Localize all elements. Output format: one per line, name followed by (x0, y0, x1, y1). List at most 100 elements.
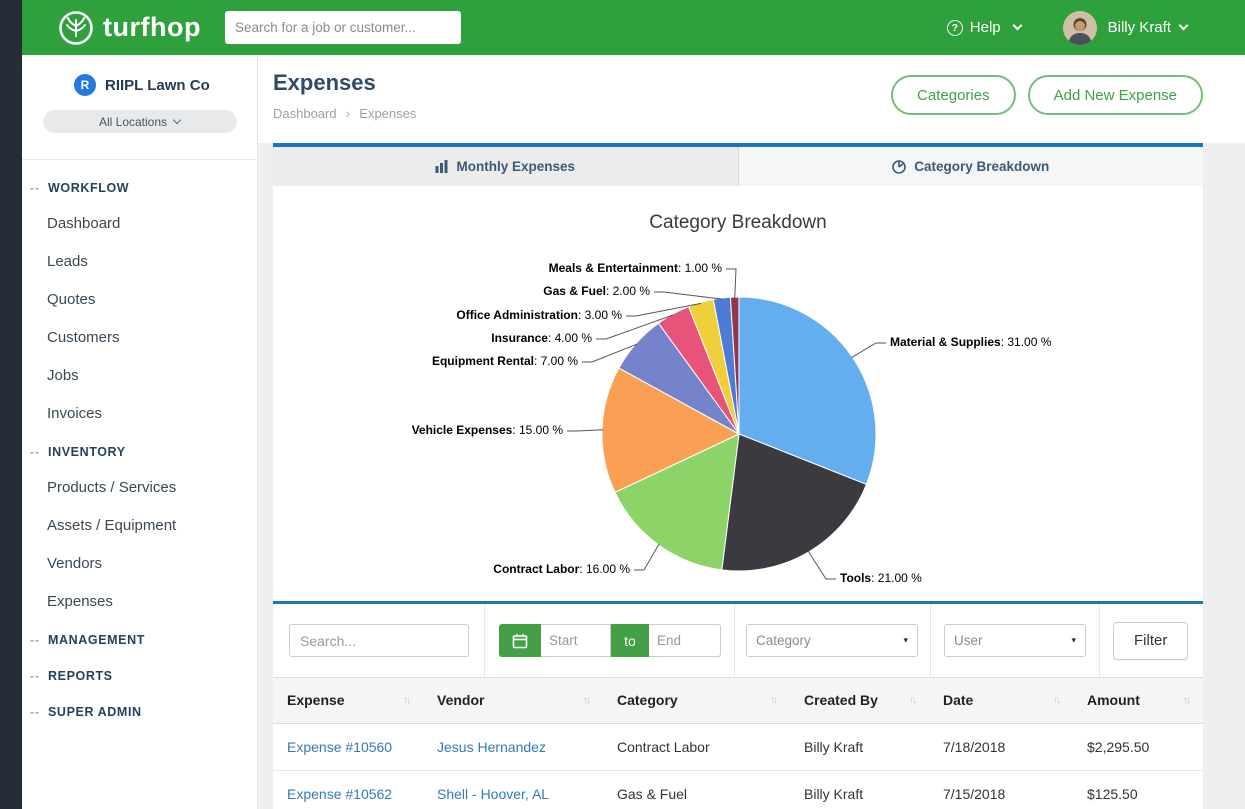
topbar-right: ? Help Billy Kraft (947, 11, 1187, 45)
help-menu[interactable]: ? Help (947, 19, 1021, 36)
sidebar-item-vendors[interactable]: Vendors (22, 544, 257, 582)
topbar: turfhop ? Help Billy Kraft (22, 0, 1245, 55)
filter-user-cell: User ▾ (931, 604, 1100, 677)
user-select[interactable]: User ▾ (944, 624, 1086, 657)
chevron-down-icon (1012, 21, 1022, 31)
column-header-date[interactable]: Date↑↓ (929, 678, 1073, 723)
page-header: Expenses Dashboard › Expenses Categories… (258, 55, 1245, 143)
column-label: Amount (1087, 692, 1140, 708)
calendar-button[interactable] (499, 624, 541, 657)
section-label: MANAGEMENT (48, 633, 145, 647)
date-to-label: to (611, 624, 649, 657)
sidebar-item-quotes[interactable]: Quotes (22, 280, 257, 318)
location-selector[interactable]: All Locations (43, 110, 237, 133)
pie-label-office-administration: Office Administration: 3.00 % (456, 308, 622, 322)
section-dashes-icon: -- (30, 633, 48, 647)
brand-name: turfhop (103, 12, 201, 43)
sidebar-item-invoices[interactable]: Invoices (22, 394, 257, 432)
pie-leader-line (726, 269, 736, 298)
pie-label-insurance: Insurance: 4.00 % (491, 331, 592, 345)
cell-expense: Expense #10560 (273, 723, 423, 770)
user-avatar[interactable] (1063, 11, 1097, 45)
sort-icon: ↑↓ (770, 695, 776, 706)
cell-vendor: Shell - Hoover, AL (423, 770, 603, 809)
turfhop-logo-icon (58, 10, 94, 46)
tab-bar: Monthly Expenses Category Breakdown (273, 143, 1203, 186)
sidebar-item-customers[interactable]: Customers (22, 318, 257, 356)
sort-icon: ↑↓ (1053, 695, 1059, 706)
section-label: WORKFLOW (48, 181, 129, 195)
cell-date: 7/18/2018 (929, 723, 1073, 770)
expense-link[interactable]: Expense #10560 (287, 739, 392, 755)
sidebar: R RIIPL Lawn Co All Locations --WORKFLOW… (22, 55, 258, 809)
sidebar-item-products-services[interactable]: Products / Services (22, 468, 257, 506)
column-label: Created By (804, 692, 878, 708)
category-select-value: Category (756, 633, 811, 648)
pie-leader-line (852, 343, 887, 358)
table-header-row: Expense↑↓Vendor↑↓Category↑↓Created By↑↓D… (273, 678, 1203, 723)
sidebar-item-assets-equipment[interactable]: Assets / Equipment (22, 506, 257, 544)
help-icon: ? (947, 20, 963, 36)
cell-amount: $125.50 (1073, 770, 1203, 809)
header-actions: Categories Add New Expense (891, 75, 1203, 115)
date-end-input[interactable] (649, 624, 721, 657)
sidebar-section-workflow[interactable]: --WORKFLOW (22, 168, 257, 204)
cell-created_by: Billy Kraft (790, 770, 929, 809)
table-search-input[interactable] (289, 624, 469, 657)
turfhop-logo[interactable]: turfhop (58, 10, 201, 46)
pie-leader-line (808, 551, 836, 579)
sort-icon: ↑↓ (583, 695, 589, 706)
expense-link[interactable]: Expense #10562 (287, 786, 392, 802)
section-dashes-icon: -- (30, 705, 48, 719)
column-header-expense[interactable]: Expense ↑↓ (273, 678, 423, 723)
breadcrumb-dashboard[interactable]: Dashboard (273, 106, 337, 121)
add-new-expense-button[interactable]: Add New Expense (1028, 75, 1203, 115)
column-header-amount[interactable]: Amount↑↓ (1073, 678, 1203, 723)
cell-date: 7/15/2018 (929, 770, 1073, 809)
pie-label-gas-fuel: Gas & Fuel: 2.00 % (543, 284, 650, 298)
cell-amount: $2,295.50 (1073, 723, 1203, 770)
vendor-link[interactable]: Jesus Hernandez (437, 739, 546, 755)
pie-label-tools: Tools: 21.00 % (840, 571, 922, 585)
cell-category: Gas & Fuel (603, 770, 790, 809)
pie-leader-line (567, 430, 603, 431)
column-header-category[interactable]: Category↑↓ (603, 678, 790, 723)
user-menu[interactable]: Billy Kraft (1108, 19, 1171, 36)
cell-vendor: Jesus Hernandez (423, 723, 603, 770)
global-search-input[interactable] (225, 11, 461, 44)
expenses-card: Monthly Expenses Category Breakdown (273, 143, 1203, 809)
pie-label-contract-labor: Contract Labor: 16.00 % (493, 562, 630, 576)
sidebar-section-management[interactable]: --MANAGEMENT (22, 620, 257, 656)
category-breakdown-pie (273, 186, 1203, 601)
tab-category-breakdown[interactable]: Category Breakdown (739, 147, 1204, 186)
category-select[interactable]: Category ▾ (746, 624, 918, 657)
sidebar-item-jobs[interactable]: Jobs (22, 356, 257, 394)
vendor-link[interactable]: Shell - Hoover, AL (437, 786, 549, 802)
section-dashes-icon: -- (30, 669, 48, 683)
sort-icon: ↑↓ (909, 695, 915, 706)
sidebar-item-leads[interactable]: Leads (22, 242, 257, 280)
sidebar-section-super-admin[interactable]: --SUPER ADMIN (22, 692, 257, 728)
column-header-vendor[interactable]: Vendor ↑↓ (423, 678, 603, 723)
date-start-input[interactable] (541, 624, 611, 657)
sidebar-item-expenses[interactable]: Expenses (22, 582, 257, 620)
pie-chart-icon (892, 160, 906, 174)
column-label: Vendor (437, 692, 484, 708)
sidebar-section-reports[interactable]: --REPORTS (22, 656, 257, 692)
sidebar-item-dashboard[interactable]: Dashboard (22, 204, 257, 242)
location-selector-label: All Locations (99, 115, 167, 129)
section-dashes-icon: -- (30, 181, 48, 195)
select-caret-icon: ▾ (1071, 635, 1076, 646)
sidebar-section-inventory[interactable]: --INVENTORY (22, 432, 257, 468)
company-row: R RIIPL Lawn Co (22, 74, 257, 96)
tab-monthly-expenses[interactable]: Monthly Expenses (273, 147, 739, 186)
filter-button[interactable]: Filter (1113, 622, 1188, 660)
column-header-created-by[interactable]: Created By ↑↓ (790, 678, 929, 723)
column-label: Expense (287, 692, 345, 708)
categories-button[interactable]: Categories (891, 75, 1016, 115)
sidebar-nav: --WORKFLOWDashboardLeadsQuotesCustomersJ… (22, 160, 257, 728)
sort-icon: ↑↓ (403, 695, 409, 706)
select-caret-icon: ▾ (903, 635, 908, 646)
page-title: Expenses (273, 70, 416, 96)
app-frame: turfhop ? Help Billy Kraft (22, 0, 1245, 809)
